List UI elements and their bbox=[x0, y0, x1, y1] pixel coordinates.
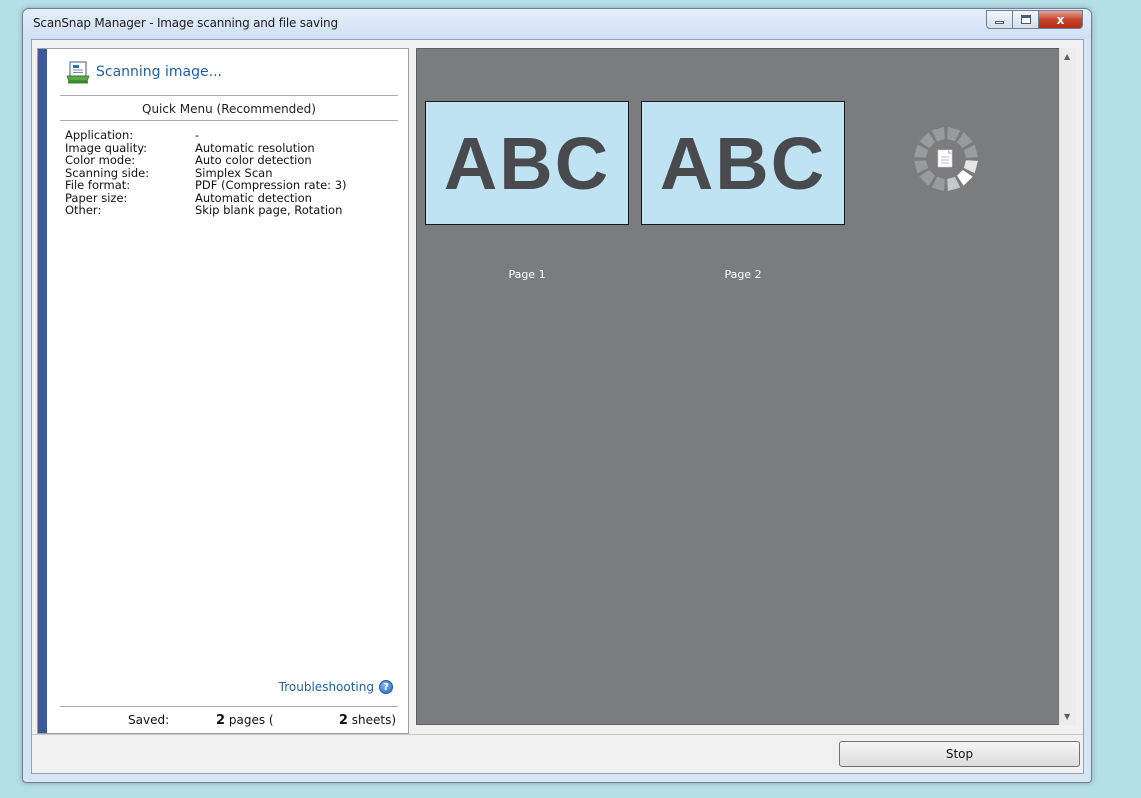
spinner-segment bbox=[963, 144, 978, 158]
saved-sheets-unit: sheets) bbox=[351, 713, 396, 727]
spinner-segment bbox=[919, 170, 935, 186]
spinner-segment bbox=[957, 132, 973, 148]
app-window: ScanSnap Manager - Image scanning and fi… bbox=[22, 8, 1092, 783]
vertical-scrollbar[interactable]: ▲ ▼ bbox=[1059, 48, 1076, 725]
setting-row: File format: PDF (Compression rate: 3) bbox=[65, 179, 347, 192]
scan-document-icon bbox=[66, 61, 90, 84]
page-label: Page 1 bbox=[508, 268, 546, 281]
maximize-icon bbox=[1020, 15, 1031, 24]
thumbnail-image-text: ABC bbox=[443, 121, 611, 205]
setting-label: Application: bbox=[65, 128, 134, 142]
window-controls: x bbox=[986, 10, 1083, 29]
saved-pages-unit: pages ( bbox=[228, 713, 274, 727]
saved-pages: 2 pages ( bbox=[216, 713, 274, 728]
spinner-segment bbox=[957, 170, 973, 186]
setting-row: Color mode: Auto color detection bbox=[65, 154, 347, 167]
spinner-segment bbox=[963, 160, 978, 174]
close-icon: x bbox=[1056, 12, 1065, 27]
spinner-segment bbox=[947, 127, 961, 142]
window-title: ScanSnap Manager - Image scanning and fi… bbox=[33, 16, 338, 30]
page-label: Page 2 bbox=[724, 268, 762, 281]
page-preview-area[interactable]: ABC Page 1 ABC Page 2 bbox=[416, 48, 1075, 725]
minimize-button[interactable] bbox=[986, 10, 1013, 29]
spinner-segment bbox=[914, 160, 929, 174]
saved-label: Saved: bbox=[128, 713, 170, 727]
spinner-segment bbox=[914, 144, 929, 158]
divider bbox=[60, 120, 398, 121]
setting-value: - bbox=[195, 128, 200, 142]
troubleshooting-link[interactable]: Troubleshooting ? bbox=[279, 680, 393, 694]
minimize-icon bbox=[995, 21, 1004, 24]
page-thumbnail[interactable]: ABC bbox=[425, 101, 629, 225]
quick-menu-name: Quick Menu (Recommended) bbox=[142, 102, 316, 116]
settings-list: Application: - Image quality: Automatic res… bbox=[65, 129, 347, 217]
spinner-segment bbox=[931, 127, 945, 142]
close-button[interactable]: x bbox=[1039, 10, 1083, 29]
setting-label: Other: bbox=[65, 203, 102, 217]
divider bbox=[60, 95, 398, 96]
help-icon[interactable]: ? bbox=[379, 680, 393, 694]
spinner-segment bbox=[919, 132, 935, 148]
page-thumbnail[interactable]: ABC bbox=[641, 101, 845, 225]
troubleshooting-label[interactable]: Troubleshooting bbox=[279, 680, 374, 694]
setting-label: Color mode: bbox=[65, 153, 136, 167]
setting-label: File format: bbox=[65, 178, 131, 192]
maximize-button[interactable] bbox=[1013, 10, 1039, 29]
divider bbox=[32, 734, 1083, 735]
scan-status: Scanning image... bbox=[96, 64, 222, 80]
saved-pages-count: 2 bbox=[216, 713, 226, 728]
setting-row: Application: - bbox=[65, 129, 347, 142]
loading-spinner-icon bbox=[914, 127, 978, 191]
setting-value: Skip blank page, Rotation bbox=[195, 203, 343, 217]
spinner-segment bbox=[931, 176, 945, 191]
saved-sheets: 2 sheets) bbox=[339, 713, 396, 728]
divider bbox=[60, 706, 398, 707]
scroll-down-icon[interactable]: ▼ bbox=[1064, 712, 1070, 721]
scan-info-panel: Scanning image... Quick Menu (Recommende… bbox=[37, 48, 409, 734]
title-bar[interactable]: ScanSnap Manager - Image scanning and fi… bbox=[23, 9, 1091, 39]
scroll-up-icon[interactable]: ▲ bbox=[1064, 52, 1070, 61]
saved-sheets-count: 2 bbox=[338, 713, 348, 728]
setting-row: Other: Skip blank page, Rotation bbox=[65, 204, 347, 217]
thumbnail-image-text: ABC bbox=[659, 121, 827, 205]
stop-button[interactable]: Stop bbox=[839, 741, 1080, 767]
setting-value: PDF (Compression rate: 3) bbox=[195, 178, 347, 192]
spinner-segment bbox=[947, 176, 961, 191]
setting-value: Auto color detection bbox=[195, 153, 312, 167]
client-area: Scanning image... Quick Menu (Recommende… bbox=[31, 39, 1084, 774]
accent-bar bbox=[38, 49, 47, 733]
